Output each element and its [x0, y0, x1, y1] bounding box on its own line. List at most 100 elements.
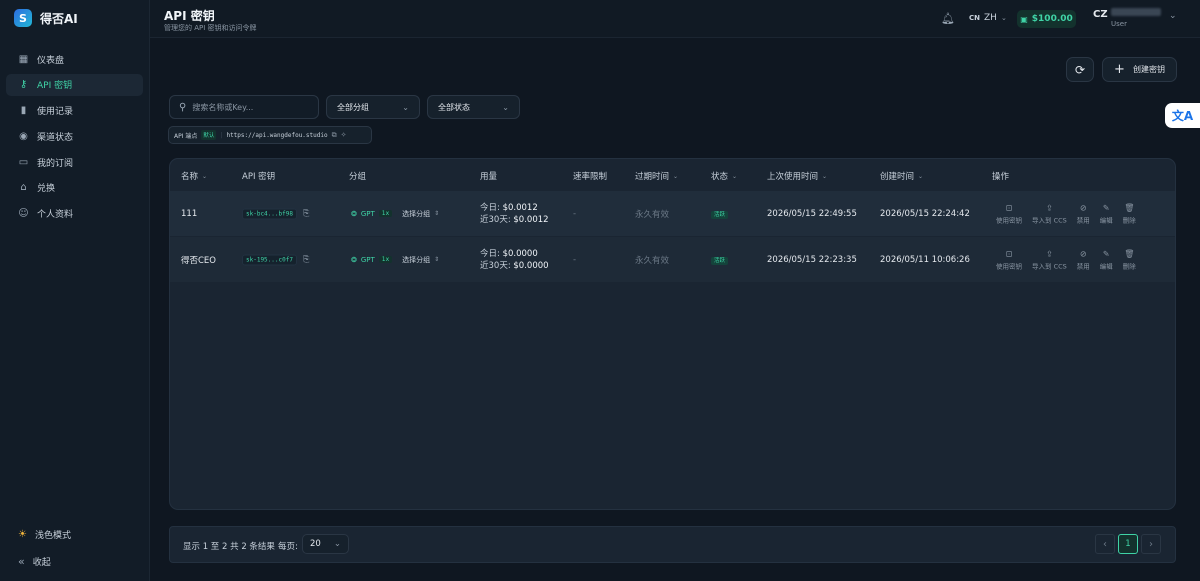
- openai-icon: ❂: [351, 209, 357, 218]
- pagination: 显示 1 至 2 共 2 条结果 每页: 20 ⌄ ‹ 1 ›: [169, 526, 1176, 563]
- language-switcher[interactable]: CN ZH ⌄: [969, 13, 1007, 23]
- key-icon: ⚷: [19, 79, 28, 91]
- chevron-left-icon: ‹: [1103, 538, 1107, 550]
- group-name: GPT: [360, 255, 375, 264]
- usage-30d: $0.0012: [513, 214, 549, 225]
- theme-toggle[interactable]: ☀ 浅色模式: [6, 523, 143, 545]
- expiry: 永久有效: [635, 209, 670, 220]
- copy-icon[interactable]: ⧉: [332, 131, 337, 140]
- sidebar-item-label: API 密钥: [37, 81, 73, 92]
- column-header-last-used[interactable]: 上次使用时间 ⌄: [767, 170, 827, 182]
- sidebar-item-channel-status[interactable]: ◉ 渠道状态: [6, 125, 143, 147]
- select-group-button[interactable]: 选择分组: [402, 255, 430, 265]
- openai-icon: ❂: [351, 255, 357, 264]
- usage-today: $0.0000: [502, 248, 538, 259]
- create-key-label: 创建密钥: [1132, 65, 1165, 74]
- sidebar-item-api-keys[interactable]: ⚷ API 密钥: [6, 73, 143, 96]
- chevron-down-icon: ⌄: [402, 102, 409, 112]
- column-header-created[interactable]: 创建时间 ⌄: [880, 170, 923, 182]
- sidebar-item-profile[interactable]: ☺ 个人资料: [6, 203, 143, 225]
- sparkle-icon[interactable]: ✧: [341, 131, 347, 139]
- delete-button[interactable]: 🗑︎ 删除: [1123, 249, 1136, 270]
- page-title: API 密钥: [164, 9, 215, 23]
- divider: |: [220, 131, 223, 139]
- select-group-button[interactable]: 选择分组: [402, 209, 430, 219]
- translate-button[interactable]: 文A: [1165, 103, 1200, 128]
- group-multiplier: 1x: [378, 256, 393, 263]
- created-at: 2026/05/11 10:06:26: [880, 254, 970, 265]
- table-row: 111 sk-bc4...bf98 ⎘ ❂ GPT 1x 选择分组 ⇕ 今日: …: [170, 191, 1175, 236]
- usage-today: $0.0012: [502, 202, 538, 213]
- signal-icon: ◉: [19, 130, 28, 142]
- column-header-expiry[interactable]: 过期时间 ⌄: [635, 170, 678, 182]
- refresh-icon: ⟳: [1074, 62, 1086, 77]
- group-multiplier: 1x: [378, 210, 393, 217]
- delete-button[interactable]: 🗑︎ 删除: [1123, 203, 1136, 224]
- per-page-select[interactable]: 20 ⌄: [302, 534, 349, 554]
- sidebar-item-dashboard[interactable]: ▦ 仪表盘: [6, 48, 143, 70]
- group-filter-value: 全部分组: [337, 102, 369, 112]
- disable-button[interactable]: ⊘ 禁用: [1077, 249, 1090, 270]
- key-value: sk-195...c0f7: [242, 254, 297, 265]
- status-badge: 活跃: [711, 255, 729, 265]
- usage-30d: $0.0000: [513, 260, 549, 271]
- import-ccs-button[interactable]: ⇪ 导入到 CCS: [1032, 249, 1067, 270]
- sidebar: S 得否AI ▦ 仪表盘 ⚷ API 密钥 ▮ 使用记录 ◉ 渠道状态 ▭ 我的…: [0, 0, 150, 581]
- edit-button[interactable]: ✎ 编辑: [1100, 203, 1113, 224]
- collapse-button[interactable]: « 收起: [6, 550, 143, 572]
- chevron-right-icon: ›: [1149, 538, 1153, 550]
- api-endpoint-bar: API 端点 默认 | https://api.wangdefou.studio…: [168, 126, 372, 144]
- brand[interactable]: S 得否AI: [14, 8, 78, 28]
- column-header-group: 分组: [349, 172, 367, 182]
- bell-icon[interactable]: 🔔︎: [941, 12, 955, 25]
- upload-icon: ⇪: [1046, 203, 1053, 212]
- endpoint-url: https://api.wangdefou.studio: [226, 131, 328, 139]
- expiry: 永久有效: [635, 255, 670, 266]
- created-at: 2026/05/15 22:24:42: [880, 208, 970, 219]
- chevron-down-icon: ⌄: [1000, 14, 1007, 22]
- create-key-button[interactable]: + 创建密钥: [1102, 57, 1177, 82]
- sidebar-item-redeem[interactable]: ⌂ 兑换: [6, 177, 143, 199]
- next-page-button[interactable]: ›: [1141, 534, 1161, 554]
- table-header: 名称 ⌄ API 密钥 分组 用量 速率限制 过期时间 ⌄ 状态 ⌄ 上次使用时间 ⌄ …: [170, 159, 1175, 191]
- group-filter-select[interactable]: 全部分组 ⌄: [326, 95, 420, 119]
- page-button-current[interactable]: 1: [1118, 534, 1138, 554]
- translate-icon: 文A: [1171, 109, 1194, 123]
- search-placeholder: 搜索名称或Key...: [192, 102, 254, 112]
- column-header-status[interactable]: 状态 ⌄: [711, 170, 737, 182]
- sort-icon: ⌄: [918, 172, 924, 180]
- sidebar-item-label: 使用记录: [37, 107, 74, 118]
- per-page-value: 20: [310, 539, 321, 549]
- table-row: 得否CEO sk-195...c0f7 ⎘ ❂ GPT 1x 选择分组 ⇕ 今日…: [170, 237, 1175, 282]
- collapse-label: 收起: [32, 557, 51, 568]
- group-name: GPT: [360, 209, 375, 218]
- balance-badge[interactable]: ▣ $100.00: [1017, 10, 1076, 28]
- import-ccs-button[interactable]: ⇪ 导入到 CCS: [1032, 203, 1067, 224]
- brand-logo-icon: S: [14, 9, 32, 27]
- chevron-updown-icon: ⇕: [434, 256, 440, 263]
- prev-page-button[interactable]: ‹: [1095, 534, 1115, 554]
- sidebar-item-usage[interactable]: ▮ 使用记录: [6, 100, 143, 122]
- chevron-down-icon[interactable]: ⌄: [1169, 11, 1177, 21]
- refresh-button[interactable]: ⟳: [1066, 57, 1094, 82]
- rate-limit: -: [573, 208, 577, 219]
- disable-button[interactable]: ⊘ 禁用: [1077, 203, 1090, 224]
- sidebar-item-label: 兑换: [37, 184, 56, 195]
- sort-icon: ⌄: [202, 172, 208, 180]
- column-header-name[interactable]: 名称 ⌄: [181, 170, 207, 182]
- wallet-icon: ▣: [1020, 14, 1028, 24]
- topbar: API 密钥 管理您的 API 密钥和访问令牌 🔔︎ CN ZH ⌄ ▣ $10…: [150, 0, 1200, 38]
- use-key-button[interactable]: ⊡ 使用密钥: [996, 203, 1022, 224]
- copy-icon[interactable]: ⎘: [303, 255, 309, 265]
- status-filter-select[interactable]: 全部状态 ⌄: [427, 95, 520, 119]
- avatar[interactable]: CZ: [1093, 9, 1108, 20]
- edit-button[interactable]: ✎ 编辑: [1100, 249, 1113, 270]
- sidebar-item-subscriptions[interactable]: ▭ 我的订阅: [6, 151, 143, 173]
- search-input[interactable]: ⚲ 搜索名称或Key...: [169, 95, 319, 119]
- page-subtitle: 管理您的 API 密钥和访问令牌: [164, 24, 257, 32]
- copy-icon[interactable]: ⎘: [303, 209, 309, 219]
- last-used: 2026/05/15 22:23:35: [767, 254, 857, 265]
- brand-name: 得否AI: [40, 11, 78, 26]
- sun-icon: ☀: [18, 528, 27, 540]
- use-key-button[interactable]: ⊡ 使用密钥: [996, 249, 1022, 270]
